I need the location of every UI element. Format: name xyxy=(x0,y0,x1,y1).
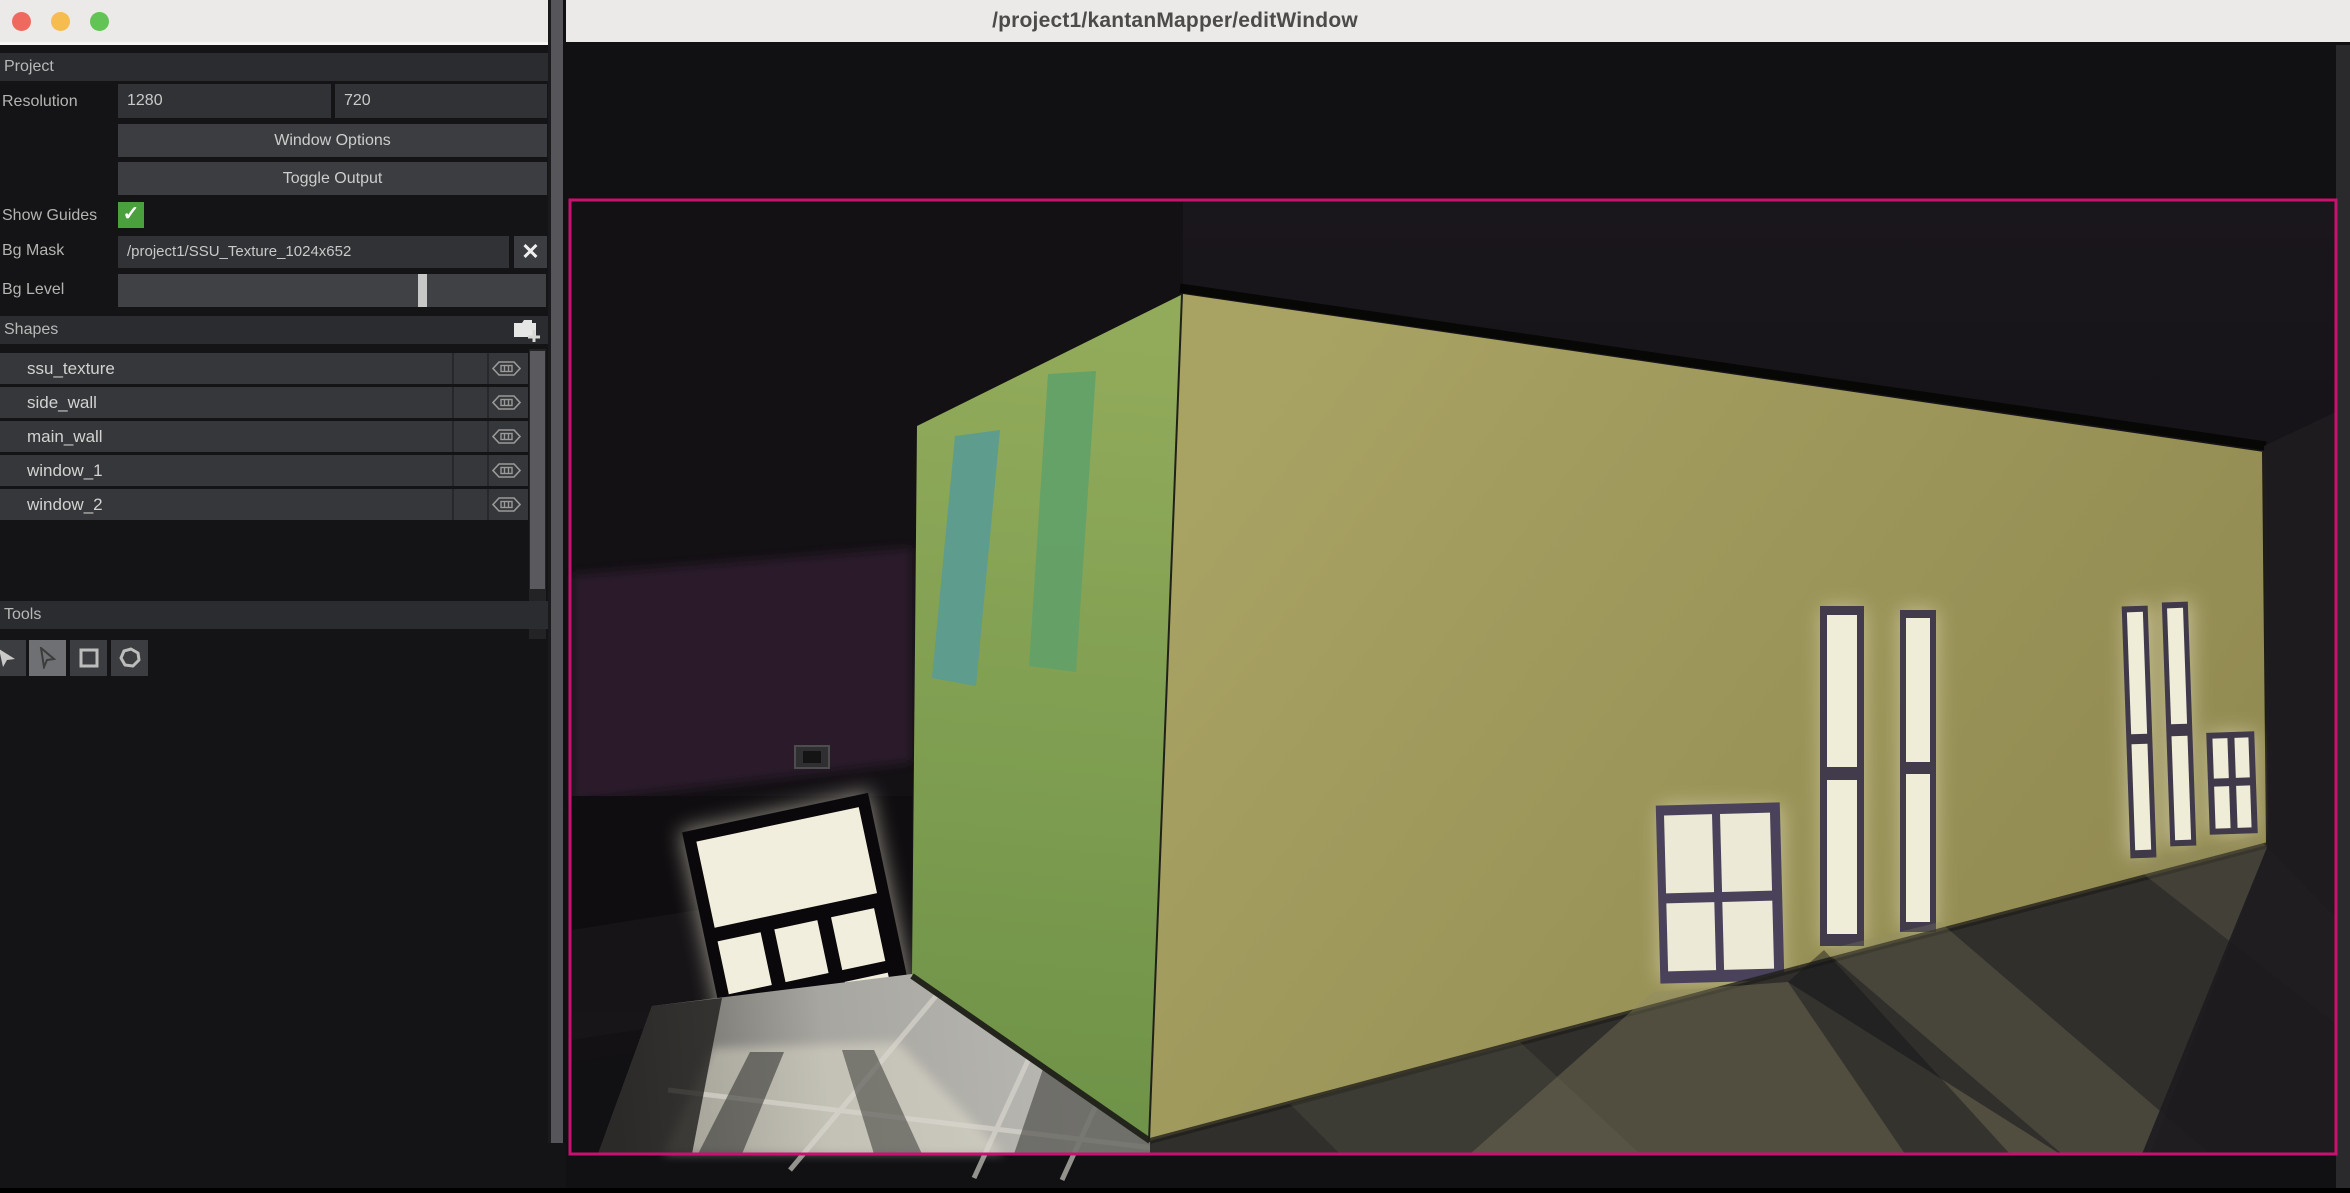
window-title: /project1/kantanMapper/editWindow xyxy=(0,9,2350,33)
project-section-header: Project xyxy=(0,53,548,81)
panel-splitter-handle[interactable] xyxy=(548,0,566,1143)
purple-light-patch xyxy=(572,548,912,802)
shapes-header-label: Shapes xyxy=(4,321,58,338)
vent-slot xyxy=(803,751,821,763)
freeform-shape-icon xyxy=(118,647,142,669)
shape-row-main-wall[interactable]: main_wall xyxy=(0,421,528,452)
shape-row-side-wall[interactable]: side_wall xyxy=(0,387,528,418)
bg-level-slider-handle[interactable] xyxy=(418,274,427,307)
visibility-eye-icon[interactable] xyxy=(492,496,521,513)
tools-header-label: Tools xyxy=(4,606,41,623)
rectangle-tool-button[interactable] xyxy=(70,640,107,676)
node-select-tool-button[interactable] xyxy=(29,640,66,676)
visibility-eye-icon[interactable] xyxy=(492,462,521,479)
shapes-scrollbar[interactable] xyxy=(529,349,546,639)
outside-border-strip xyxy=(2336,45,2350,1188)
resolution-height-field[interactable]: 720 xyxy=(335,84,547,118)
bg-level-label: Bg Level xyxy=(2,281,64,299)
shape-row-ssu-texture[interactable]: ssu_texture xyxy=(0,353,528,384)
shape-row-window-1[interactable]: window_1 xyxy=(0,455,528,486)
freeform-tool-button[interactable] xyxy=(111,640,148,676)
resolution-label: Resolution xyxy=(2,93,78,111)
tall-window-a2 xyxy=(1900,610,1936,932)
tools-section-header: Tools xyxy=(0,601,548,629)
kantan-mapper-panel: Project Resolution 1280 720 Window Optio… xyxy=(0,45,566,1188)
shape-name: side_wall xyxy=(27,387,97,418)
rectangle-icon xyxy=(78,647,100,669)
show-guides-checkbox[interactable]: ✓ xyxy=(118,202,144,228)
window-options-button[interactable]: Window Options xyxy=(118,124,547,157)
bg-mask-label: Bg Mask xyxy=(2,242,64,260)
titlebar: /project1/kantanMapper/editWindow xyxy=(0,0,2350,45)
shape-name: ssu_texture xyxy=(27,353,115,384)
project-header-label: Project xyxy=(4,58,54,75)
select-arrow-icon xyxy=(0,647,19,669)
bg-mask-clear-button[interactable]: ✕ xyxy=(514,236,547,268)
main-wall-door xyxy=(1656,802,1785,983)
shapes-scrollbar-thumb[interactable] xyxy=(530,351,545,589)
zoom-button[interactable] xyxy=(90,12,109,31)
shapes-section-header: Shapes xyxy=(0,316,548,344)
resolution-width-field[interactable]: 1280 xyxy=(118,84,331,118)
minimize-button[interactable] xyxy=(51,12,70,31)
shape-name: main_wall xyxy=(27,421,103,452)
add-shape-folder-icon[interactable] xyxy=(512,317,542,343)
projection-scene xyxy=(566,42,2350,1188)
select-tool-button[interactable] xyxy=(0,640,26,676)
bg-mask-field[interactable]: /project1/SSU_Texture_1024x652 xyxy=(118,236,509,268)
toggle-output-button[interactable]: Toggle Output xyxy=(118,162,547,195)
tall-window-a1 xyxy=(1820,606,1864,946)
shape-row-window-2[interactable]: window_2 xyxy=(0,489,528,520)
bg-level-slider[interactable] xyxy=(118,274,546,307)
visibility-eye-icon[interactable] xyxy=(492,360,521,377)
show-guides-label: Show Guides xyxy=(2,207,97,225)
edit-window-viewport[interactable] xyxy=(566,42,2350,1188)
visibility-eye-icon[interactable] xyxy=(492,428,521,445)
visibility-eye-icon[interactable] xyxy=(492,394,521,411)
shape-name: window_2 xyxy=(27,489,103,520)
shape-name: window_1 xyxy=(27,455,103,486)
short-cross-window xyxy=(2206,731,2258,835)
traffic-lights xyxy=(12,0,109,42)
close-button[interactable] xyxy=(12,12,31,31)
outline-arrow-icon xyxy=(37,647,59,669)
